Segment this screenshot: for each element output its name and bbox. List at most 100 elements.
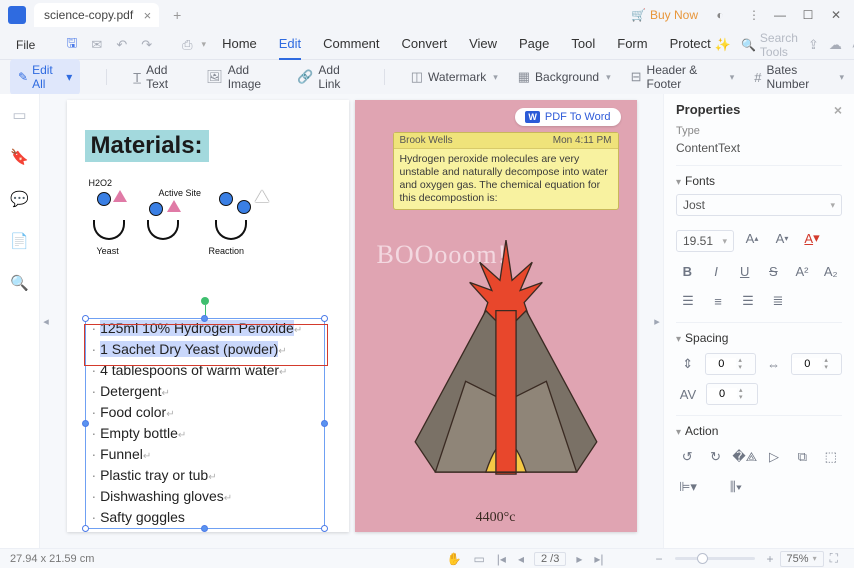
add-text-button[interactable]: T̲Add Text [133, 63, 186, 91]
print-icon[interactable]: ⎙ [177, 37, 197, 53]
print-caret[interactable]: ▾ [202, 39, 207, 50]
bates-icon: # [754, 70, 761, 85]
char-spacing-input[interactable]: ▴▾ [791, 353, 842, 375]
page-indicator[interactable]: 2 /3 [534, 552, 566, 566]
line-spacing-input[interactable]: ▴▾ [706, 383, 758, 405]
attachments-icon[interactable]: 📄 [10, 232, 29, 250]
bookmark-icon[interactable]: 🔖 [10, 148, 29, 166]
redo-icon[interactable]: ↷ [136, 37, 157, 53]
extract-icon[interactable]: ⬚ [820, 446, 842, 468]
zoom-slider[interactable] [675, 557, 755, 560]
last-page-icon[interactable]: ▸| [588, 552, 609, 566]
prev-page-handle[interactable]: ◂ [41, 310, 51, 332]
action-section-header[interactable]: ▾Action [676, 424, 842, 438]
close-tab-icon[interactable]: × [144, 8, 152, 23]
rotate-handle[interactable] [201, 297, 209, 305]
undo-icon[interactable]: ↶ [111, 37, 132, 53]
tab-page[interactable]: Page [519, 29, 549, 60]
decrease-font-icon[interactable]: A▾ [770, 227, 794, 249]
superscript-button[interactable]: A² [791, 260, 814, 282]
close-window-button[interactable]: ✕ [822, 8, 850, 22]
menu-bar: File 🖫 ✉ ↶ ↷ ⎙ ▾ Home Edit Comment Conve… [0, 30, 854, 60]
italic-button[interactable]: I [705, 260, 728, 282]
distribute-icon[interactable]: ⫼▾ [724, 476, 748, 498]
more-icon[interactable]: ⋮ [742, 8, 766, 22]
spacing-section-header[interactable]: ▾Spacing [676, 331, 842, 345]
align-justify-button[interactable]: ≣ [766, 290, 790, 312]
buy-now-link[interactable]: 🛒 Buy Now [631, 8, 698, 22]
zoom-in-icon[interactable]: + [761, 552, 780, 566]
align-right-button[interactable]: ☰ [736, 290, 760, 312]
watermark-icon: ◫ [411, 69, 423, 85]
zoom-dropdown[interactable]: 75%▾ [780, 551, 824, 567]
title-bar: science-copy.pdf × + 🛒 Buy Now ◐ ⋮ — ☐ ✕ [0, 0, 854, 30]
next-page-icon[interactable]: ▸ [570, 552, 588, 566]
tab-comment[interactable]: Comment [323, 29, 379, 60]
close-panel-icon[interactable]: × [834, 102, 842, 118]
read-mode-icon[interactable]: ▭ [467, 552, 490, 566]
add-image-button[interactable]: 🖼Add Image [206, 63, 277, 91]
sticky-note[interactable]: Brook Wells Mon 4:11 PM Hydrogen peroxid… [393, 132, 619, 210]
document-tab[interactable]: science-copy.pdf × [34, 3, 159, 27]
chevron-down-icon: ▾ [66, 70, 72, 84]
font-size-dropdown[interactable]: 19.51▾ [676, 230, 734, 252]
prev-page-icon[interactable]: ◂ [512, 552, 530, 566]
user-avatar-icon[interactable]: ◐ [708, 8, 732, 22]
add-link-button[interactable]: 🔗Add Link [297, 63, 358, 91]
subscript-button[interactable]: A₂ [819, 260, 842, 282]
left-rail: ▭ 🔖 💬 📄 🔍 [0, 94, 40, 548]
note-timestamp: Mon 4:11 PM [553, 135, 612, 146]
thumbnails-icon[interactable]: ▭ [12, 106, 26, 124]
canvas[interactable]: ◂ ▸ Materials: H2O2 Active Site [40, 94, 664, 548]
strikethrough-button[interactable]: S [762, 260, 785, 282]
header-footer-button[interactable]: ⊟Header & Footer▾ [631, 63, 735, 91]
align-center-button[interactable]: ≡ [706, 290, 730, 312]
font-color-icon[interactable]: A▾ [800, 227, 824, 249]
mail-icon[interactable]: ✉ [86, 37, 107, 53]
font-family-dropdown[interactable]: Jost▾ [676, 194, 842, 216]
search-tools[interactable]: 🔍Search Tools [741, 31, 798, 59]
wand-icon[interactable]: ✨ [715, 37, 731, 53]
save-icon[interactable]: 🖫 [61, 34, 82, 56]
rotate-right-icon[interactable]: ↻ [704, 446, 726, 468]
align-left-button[interactable]: ☰ [676, 290, 700, 312]
tab-tool[interactable]: Tool [571, 29, 595, 60]
flip-v-icon[interactable]: �⟁ [733, 446, 757, 468]
maximize-button[interactable]: ☐ [794, 8, 822, 22]
increase-font-icon[interactable]: A▴ [740, 227, 764, 249]
cloud-icon[interactable]: ☁ [829, 37, 842, 53]
new-tab-button[interactable]: + [167, 5, 187, 25]
minimize-button[interactable]: — [766, 8, 794, 22]
first-page-icon[interactable]: |◂ [491, 552, 512, 566]
bates-number-button[interactable]: #Bates Number▾ [754, 63, 844, 91]
align-objects-icon[interactable]: ⊫▾ [676, 476, 700, 498]
bold-button[interactable]: B [676, 260, 699, 282]
search-panel-icon[interactable]: 🔍 [10, 274, 29, 292]
para-spacing-input[interactable]: ▴▾ [705, 353, 756, 375]
fit-page-icon[interactable]: ⛶ [824, 551, 844, 566]
tab-edit[interactable]: Edit [279, 29, 301, 60]
pdf-to-word-button[interactable]: W PDF To Word [515, 108, 620, 126]
properties-panel: Properties× Type ContentText ▾Fonts Jost… [664, 94, 854, 548]
type-label: Type [676, 125, 842, 137]
background-button[interactable]: ▦Background▾ [518, 69, 611, 85]
flip-h-icon[interactable]: ▷ [763, 446, 785, 468]
hand-tool-icon[interactable]: ✋ [441, 552, 468, 566]
comments-icon[interactable]: 💬 [10, 190, 29, 208]
file-menu[interactable]: File [10, 38, 41, 52]
zoom-out-icon[interactable]: − [650, 552, 669, 566]
underline-button[interactable]: U [733, 260, 756, 282]
crop-icon[interactable]: ⧉ [791, 446, 813, 468]
pencil-icon: ✎ [18, 70, 28, 84]
tab-view[interactable]: View [469, 29, 497, 60]
next-page-handle[interactable]: ▸ [652, 310, 662, 332]
rotate-left-icon[interactable]: ↺ [676, 446, 698, 468]
edit-all-button[interactable]: ✎ Edit All ▾ [10, 59, 80, 95]
share-icon[interactable]: ⇪ [808, 37, 819, 53]
tab-protect[interactable]: Protect [670, 29, 711, 60]
fonts-section-header[interactable]: ▾Fonts [676, 174, 842, 188]
watermark-button[interactable]: ◫Watermark▾ [411, 69, 498, 85]
tab-form[interactable]: Form [617, 29, 647, 60]
tab-convert[interactable]: Convert [402, 29, 448, 60]
tab-home[interactable]: Home [222, 29, 257, 60]
